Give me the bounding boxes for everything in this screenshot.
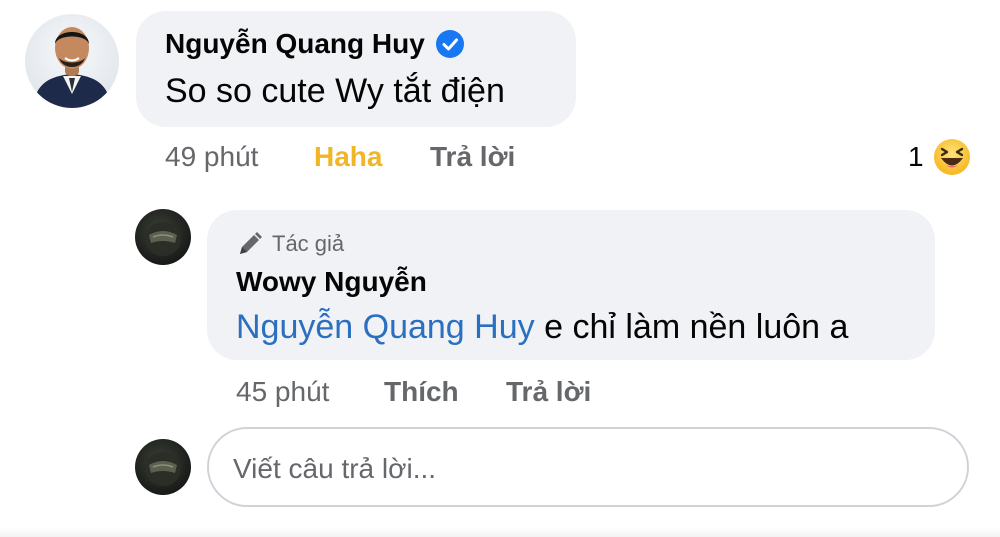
comment-text: So so cute Wy tắt điện	[165, 72, 505, 110]
haha-reaction-button[interactable]: Haha	[314, 141, 382, 173]
verified-badge-icon	[435, 29, 465, 59]
author-badge-label: Tác giả	[272, 231, 345, 256]
reply-text: Nguyễn Quang Huy e chỉ làm nền luôn a	[236, 308, 848, 347]
like-button[interactable]: Thích	[384, 376, 459, 408]
person-avatar-image	[33, 27, 111, 108]
reply-button[interactable]: Trả lời	[430, 141, 515, 173]
reply-input-placeholder: Viết câu trả lời...	[233, 453, 437, 484]
current-user-avatar	[135, 439, 191, 495]
reply-reply-button[interactable]: Trả lời	[506, 376, 591, 408]
reply-author-avatar[interactable]	[135, 209, 191, 265]
reaction-summary[interactable]: 1	[908, 137, 972, 177]
mention-link[interactable]: Nguyễn Quang Huy	[236, 308, 535, 346]
laughing-emoji-icon	[932, 137, 972, 177]
author-badge: Tác giả	[236, 230, 344, 258]
comment-timestamp[interactable]: 49 phút	[165, 141, 258, 173]
pen-icon	[236, 230, 264, 258]
reply-body-text: e chỉ làm nền luôn a	[544, 308, 849, 346]
reply-timestamp[interactable]: 45 phút	[236, 376, 329, 408]
reaction-count: 1	[908, 141, 924, 172]
next-comment-edge	[0, 528, 1000, 537]
comment-header: Nguyễn Quang Huy	[165, 28, 465, 60]
helmet-avatar-image	[145, 222, 181, 256]
comment-author-name[interactable]: Nguyễn Quang Huy	[165, 28, 425, 60]
commenter-avatar[interactable]	[25, 14, 119, 108]
helmet-avatar-image	[145, 452, 181, 486]
reply-author-name[interactable]: Wowy Nguyễn	[236, 266, 427, 298]
